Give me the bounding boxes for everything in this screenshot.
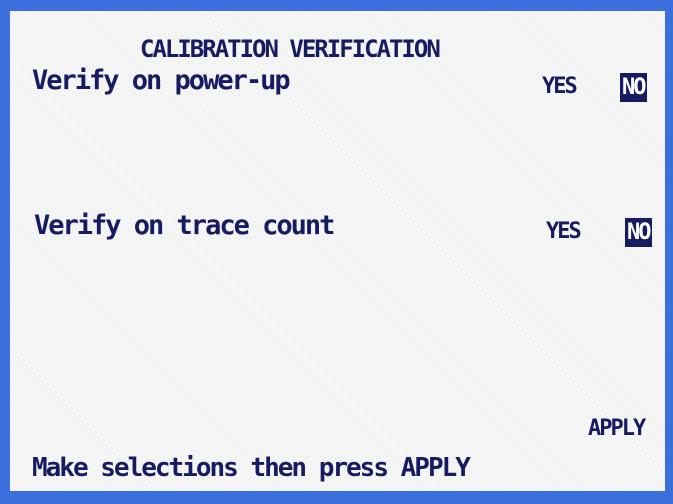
power-up-yes-option[interactable]: YES bbox=[542, 76, 578, 98]
power-up-no-option[interactable]: NO bbox=[620, 73, 647, 102]
calibration-verification-screen: CALIBRATION VERIFICATION Verify on power… bbox=[0, 0, 673, 504]
trace-count-no-option[interactable]: NO bbox=[625, 218, 652, 247]
trace-count-yes-option[interactable]: YES bbox=[546, 221, 582, 243]
apply-button[interactable]: APPLY bbox=[588, 418, 646, 440]
power-up-label: Verify on power-up bbox=[32, 65, 291, 96]
page-title: CALIBRATION VERIFICATION bbox=[140, 35, 441, 63]
trace-count-label: Verify on trace count bbox=[34, 210, 335, 241]
status-message: Make selections then press APPLY bbox=[32, 453, 471, 483]
